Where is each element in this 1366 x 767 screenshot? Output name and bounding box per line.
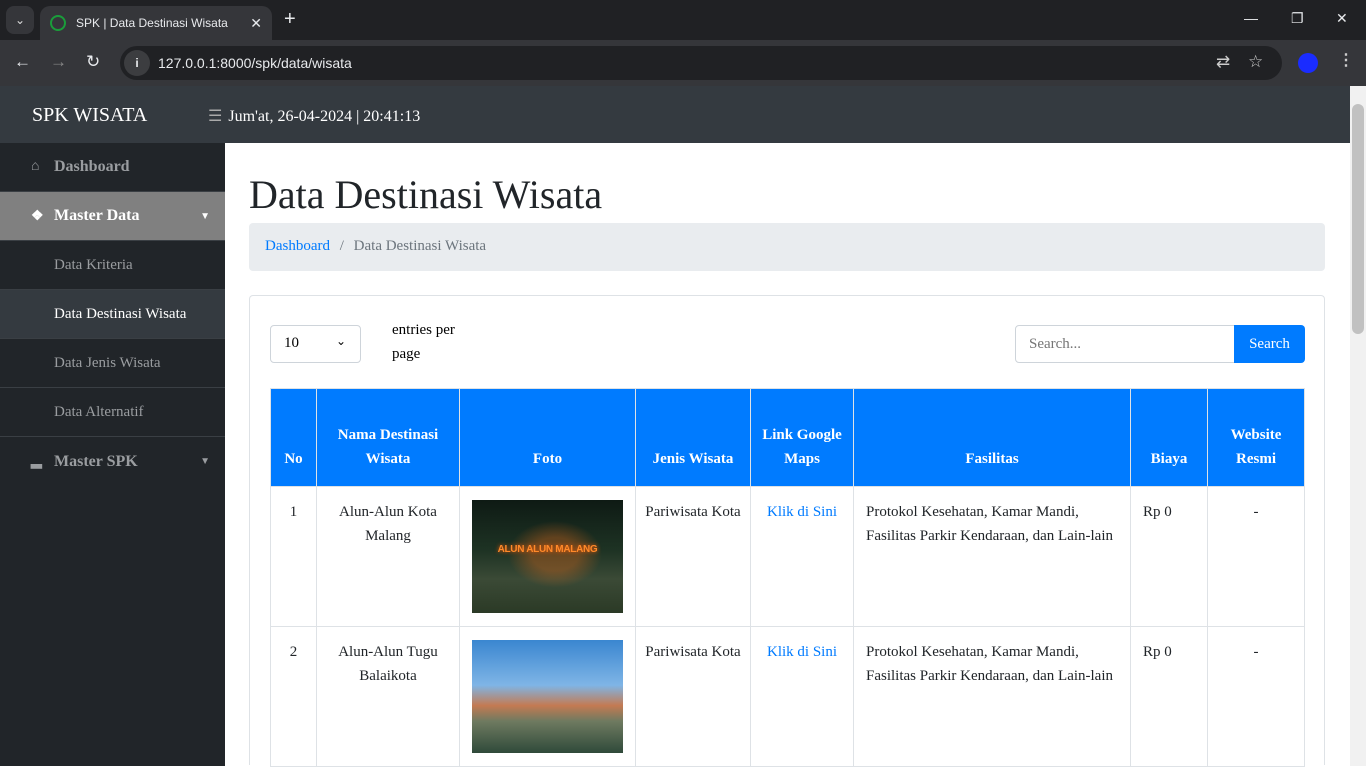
reload-button[interactable]: ↻ <box>86 52 100 72</box>
col-header-nama[interactable]: Nama Destinasi Wisata <box>316 388 460 487</box>
translate-icon[interactable]: ⇄ <box>1216 52 1230 72</box>
bookmark-star-icon[interactable]: ☆ <box>1248 52 1263 72</box>
entries-per-page-label: entries per page <box>392 322 455 362</box>
sidebar-item-data-destinasi-wisata[interactable]: Data Destinasi Wisata <box>0 290 225 339</box>
address-bar[interactable]: i 127.0.0.1:8000/spk/data/wisata ⇄ ☆ <box>120 46 1282 80</box>
cell-nama: Alun-Alun Kota Malang <box>316 486 460 627</box>
breadcrumb: Dashboard / Data Destinasi Wisata <box>249 223 1325 271</box>
breadcrumb-separator: / <box>339 238 344 254</box>
cell-fasilitas: Protokol Kesehatan, Kamar Mandi, Fasilit… <box>853 626 1131 767</box>
caret-down-icon: ▼ <box>200 456 210 467</box>
cell-no: 1 <box>270 486 317 627</box>
close-tab-icon[interactable]: ✕ <box>250 15 262 32</box>
col-header-jenis[interactable]: Jenis Wisata <box>635 388 751 487</box>
cubes-icon: ❖ <box>31 208 44 224</box>
sidebar-item-dashboard[interactable]: ⌂ Dashboard <box>0 143 225 192</box>
forward-button[interactable]: → <box>50 52 67 72</box>
destination-photo <box>472 640 623 753</box>
destinations-table: No Nama Destinasi Wisata Foto Jenis Wisa… <box>270 388 1305 767</box>
datetime-text: Jum'at, 26-04-2024 | 20:41:13 <box>228 108 421 125</box>
table-row: 1 Alun-Alun Kota Malang ALUN ALUN MALANG… <box>270 486 1305 627</box>
app-header: SPK WISATA ☰ Jum'at, 26-04-2024 | 20:41:1… <box>0 86 1350 143</box>
cell-foto <box>459 626 636 767</box>
table-row: 2 Alun-Alun Tugu Balaikota Pariwisata Ko… <box>270 626 1305 767</box>
entries-per-page-select[interactable]: 10 ⌄ <box>270 325 361 363</box>
breadcrumb-current: Data Destinasi Wisata <box>353 238 487 254</box>
new-tab-button[interactable]: + <box>284 8 296 31</box>
brand-logo-text[interactable]: SPK WISATA <box>32 104 147 127</box>
cell-fasilitas: Protokol Kesehatan, Kamar Mandi, Fasilit… <box>853 486 1131 627</box>
maximize-button[interactable]: ❐ <box>1291 10 1304 27</box>
browser-toolbar: ← → ↻ i 127.0.0.1:8000/spk/data/wisata ⇄… <box>0 40 1366 86</box>
cell-nama: Alun-Alun Tugu Balaikota <box>316 626 460 767</box>
sidebar-item-master-data[interactable]: ❖ Master Data ▼ <box>0 192 225 241</box>
home-icon: ⌂ <box>31 159 40 174</box>
tab-search-button[interactable]: ⌄ <box>6 6 34 34</box>
sidebar-item-data-kriteria[interactable]: Data Kriteria <box>0 241 225 290</box>
table-header-row: No Nama Destinasi Wisata Foto Jenis Wisa… <box>270 388 1305 487</box>
search-input[interactable] <box>1015 325 1235 363</box>
cell-biaya: Rp 0 <box>1130 486 1208 627</box>
cell-website: - <box>1207 486 1305 627</box>
url-text: 127.0.0.1:8000/spk/data/wisata <box>158 55 352 71</box>
caret-down-icon: ▼ <box>200 210 210 222</box>
tab-title: SPK | Data Destinasi Wisata <box>76 16 228 30</box>
breadcrumb-dashboard-link[interactable]: Dashboard <box>265 238 330 254</box>
destination-photo: ALUN ALUN MALANG <box>472 500 623 613</box>
col-header-no[interactable]: No <box>270 388 317 487</box>
col-header-website[interactable]: Website Resmi <box>1207 388 1305 487</box>
col-header-link[interactable]: Link Google Maps <box>750 388 854 487</box>
search-button[interactable]: Search <box>1234 325 1305 363</box>
cell-no: 2 <box>270 626 317 767</box>
minimize-button[interactable]: — <box>1244 10 1258 26</box>
sidebar-item-data-jenis-wisata[interactable]: Data Jenis Wisata <box>0 339 225 388</box>
maps-link[interactable]: Klik di Sini <box>767 504 837 520</box>
cell-foto: ALUN ALUN MALANG <box>459 486 636 627</box>
back-button[interactable]: ← <box>14 52 31 72</box>
main-content: Data Destinasi Wisata Dashboard / Data D… <box>225 143 1350 767</box>
sidebar-item-master-spk[interactable]: ▂ Master SPK ▼ <box>0 437 225 486</box>
menu-kebab-icon[interactable]: ⋮ <box>1338 50 1354 70</box>
cell-link: Klik di Sini <box>750 626 854 767</box>
browser-tab-strip: ⌄ SPK | Data Destinasi Wisata ✕ + — ❐ ✕ <box>0 0 1366 40</box>
sidebar: ⌂ Dashboard ❖ Master Data ▼ Data Kriteria D… <box>0 143 225 766</box>
col-header-fasilitas[interactable]: Fasilitas <box>853 388 1131 487</box>
cell-website: - <box>1207 626 1305 767</box>
favicon-icon <box>50 15 66 31</box>
podium-icon: ▂ <box>31 454 42 469</box>
page-title: Data Destinasi Wisata <box>249 172 603 217</box>
browser-tab[interactable]: SPK | Data Destinasi Wisata ✕ <box>40 6 272 40</box>
scrollbar-thumb[interactable] <box>1352 104 1364 334</box>
chevron-down-icon: ⌄ <box>335 334 346 348</box>
close-window-button[interactable]: ✕ <box>1336 10 1348 27</box>
cell-jenis: Pariwisata Kota <box>635 486 751 627</box>
photo-sign-text: ALUN ALUN MALANG <box>497 544 598 555</box>
table-card: 10⌄ entries per page Search No Nama Dest… <box>249 295 1325 767</box>
maps-link[interactable]: Klik di Sini <box>767 644 837 660</box>
cell-link: Klik di Sini <box>750 486 854 627</box>
cell-biaya: Rp 0 <box>1130 626 1208 767</box>
site-info-icon[interactable]: i <box>124 50 150 76</box>
hamburger-icon[interactable]: ☰ <box>208 108 222 125</box>
profile-avatar[interactable] <box>1298 53 1318 73</box>
col-header-foto[interactable]: Foto <box>459 388 636 487</box>
sidebar-item-data-alternatif[interactable]: Data Alternatif <box>0 388 225 437</box>
cell-jenis: Pariwisata Kota <box>635 626 751 767</box>
col-header-biaya[interactable]: Biaya <box>1130 388 1208 487</box>
